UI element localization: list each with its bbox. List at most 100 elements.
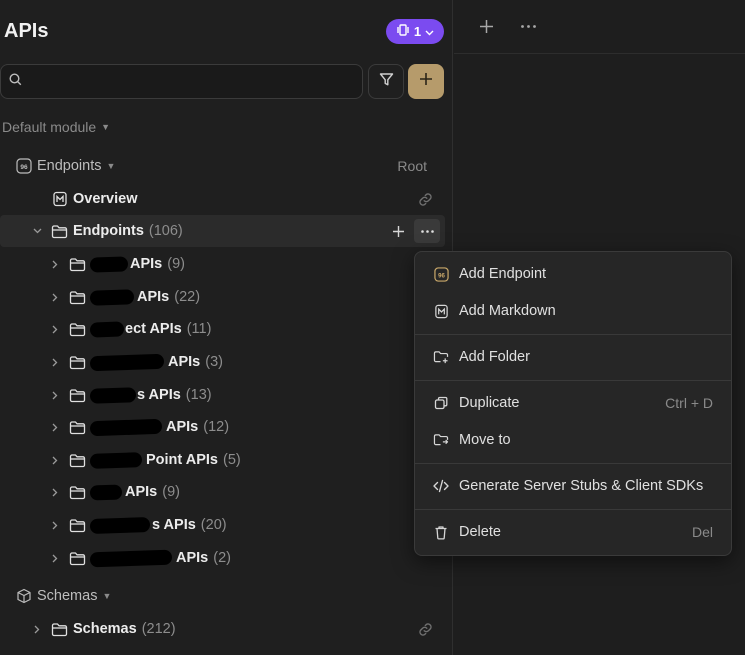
chevron-right-icon[interactable] xyxy=(49,456,61,465)
folder-count: (9) xyxy=(162,484,180,500)
folder-item[interactable]: APIs (22) xyxy=(0,281,445,313)
folder-label: APIs xyxy=(125,484,158,500)
folder-move-icon xyxy=(433,432,449,448)
folder-item[interactable]: APIs (12) xyxy=(0,411,445,443)
folder-label: ect APIs xyxy=(125,321,182,337)
folder-item[interactable]: APIs (9) xyxy=(0,248,445,280)
folder-icon xyxy=(51,622,68,637)
folder-count: (9) xyxy=(167,256,185,272)
folder-item[interactable]: APIs (9) xyxy=(0,476,445,508)
endpoints-section-header[interactable]: 96 Endpoints ▼ Root xyxy=(0,150,445,182)
schemas-folder-count: (212) xyxy=(141,621,176,637)
menu-item-add-endpoint[interactable]: 96 Add Endpoint xyxy=(415,257,731,291)
chevron-right-icon[interactable] xyxy=(49,358,61,367)
search-box[interactable] xyxy=(0,64,363,99)
new-tab-plus-icon[interactable] xyxy=(476,17,496,37)
folder-icon xyxy=(69,290,86,305)
menu-item-label: Add Folder xyxy=(459,349,530,365)
folder-plus-icon xyxy=(433,349,449,365)
redacted-text xyxy=(89,288,135,306)
folder-label: APIs xyxy=(166,419,199,435)
folder-item[interactable]: s APIs (13) xyxy=(0,379,445,411)
overview-label: Overview xyxy=(73,191,138,207)
caret-down-icon: ▼ xyxy=(106,161,116,171)
redacted-text xyxy=(89,483,123,501)
redacted-text xyxy=(89,255,129,273)
menu-item-generate-sdks[interactable]: Generate Server Stubs & Client SDKs xyxy=(415,469,731,503)
schemas-section-header[interactable]: Schemas ▼ xyxy=(0,580,445,612)
menu-divider xyxy=(415,463,731,464)
chevron-right-icon[interactable] xyxy=(49,293,61,302)
folder-count: (12) xyxy=(203,419,230,435)
folder-item[interactable]: Point APIs (5) xyxy=(0,444,445,476)
context-menu: 96 Add Endpoint Add Markdown Add Folder … xyxy=(414,251,732,556)
folder-count: (13) xyxy=(185,387,212,403)
menu-item-label: Duplicate xyxy=(459,395,520,411)
folder-label: APIs xyxy=(130,256,163,272)
menu-item-label: Move to xyxy=(459,432,511,448)
code-icon xyxy=(433,478,449,494)
folder-item[interactable]: APIs (2) xyxy=(0,542,445,574)
menu-item-add-markdown[interactable]: Add Markdown xyxy=(415,294,731,328)
redacted-text xyxy=(89,549,173,567)
folder-item[interactable]: s APIs (20) xyxy=(0,509,445,541)
copy-icon xyxy=(433,395,449,411)
folder-count: (5) xyxy=(222,452,241,468)
menu-item-label: Delete xyxy=(459,524,501,540)
redacted-text xyxy=(89,418,163,436)
markdown-icon xyxy=(433,303,449,319)
schemas-folder[interactable]: Schemas (212) xyxy=(0,613,445,645)
folder-count: (2) xyxy=(213,550,231,566)
redacted-text xyxy=(89,386,137,404)
chevron-right-icon[interactable] xyxy=(31,625,43,634)
menu-divider xyxy=(415,509,731,510)
shortcut-label: Del xyxy=(691,524,713,540)
filter-button[interactable] xyxy=(368,64,404,99)
markdown-icon xyxy=(52,191,68,207)
chevron-right-icon[interactable] xyxy=(49,423,61,432)
chevron-right-icon[interactable] xyxy=(49,488,61,497)
svg-text:96: 96 xyxy=(438,272,445,279)
add-child-icon[interactable] xyxy=(392,225,405,238)
folder-icon xyxy=(69,551,86,566)
overview-item[interactable]: Overview xyxy=(0,183,445,215)
menu-item-label: Generate Server Stubs & Client SDKs xyxy=(459,478,704,494)
module-selector[interactable]: Default module ▼ xyxy=(2,119,110,135)
chevron-right-icon[interactable] xyxy=(49,554,61,563)
chevron-right-icon[interactable] xyxy=(49,391,61,400)
chevron-right-icon[interactable] xyxy=(49,521,61,530)
endpoints-section-label: Endpoints xyxy=(37,158,102,174)
link-icon[interactable] xyxy=(418,622,433,637)
module-label: Default module xyxy=(2,119,97,135)
badge-count: 1 xyxy=(413,24,422,39)
chevron-down-icon[interactable] xyxy=(31,228,43,234)
stack-icon xyxy=(396,24,410,39)
folder-label: APIs xyxy=(176,550,209,566)
folder-icon xyxy=(69,420,86,435)
folder-item[interactable]: ect APIs (11) xyxy=(0,313,445,345)
endpoints-folder-label: Endpoints xyxy=(73,223,144,239)
chevron-right-icon[interactable] xyxy=(49,325,61,334)
menu-divider xyxy=(415,334,731,335)
endpoints-folder[interactable]: Endpoints (106) xyxy=(0,215,445,247)
search-input[interactable] xyxy=(30,73,330,90)
menu-item-add-folder[interactable]: Add Folder xyxy=(415,340,731,374)
more-options-icon[interactable] xyxy=(414,219,440,243)
add-button[interactable] xyxy=(408,64,444,99)
chevron-right-icon[interactable] xyxy=(49,260,61,269)
folder-icon xyxy=(69,453,86,468)
caret-down-icon: ▼ xyxy=(101,122,111,132)
menu-item-duplicate[interactable]: Duplicate Ctrl + D xyxy=(415,386,731,420)
folder-icon xyxy=(69,355,86,370)
status-badge[interactable]: 1 xyxy=(386,19,444,44)
menu-item-move-to[interactable]: Move to xyxy=(415,423,731,457)
link-icon[interactable] xyxy=(418,192,433,207)
redacted-text xyxy=(89,353,165,371)
folder-label: APIs xyxy=(168,354,201,370)
more-options-icon[interactable] xyxy=(518,17,538,37)
menu-item-label: Add Markdown xyxy=(459,303,556,319)
menu-item-delete[interactable]: Delete Del xyxy=(415,515,731,549)
folder-item[interactable]: APIs (3) xyxy=(0,346,445,378)
caret-down-icon: ▼ xyxy=(102,591,112,601)
folder-count: (22) xyxy=(174,289,201,305)
